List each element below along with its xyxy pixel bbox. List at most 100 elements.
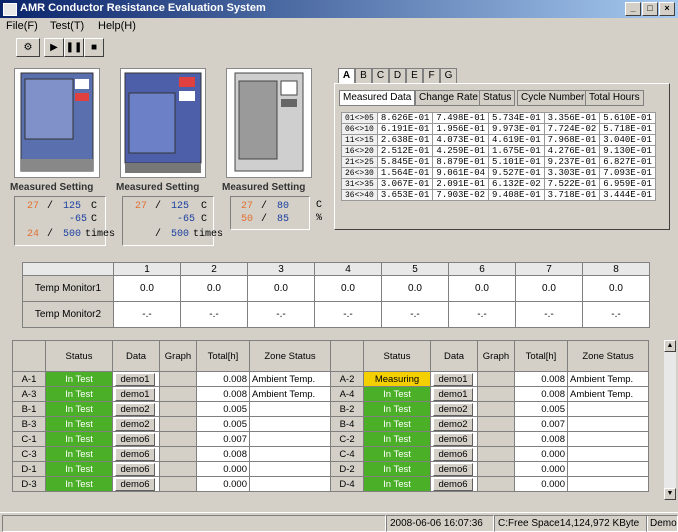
play-icon[interactable]: ▶ xyxy=(44,38,64,57)
grid-scrollbar[interactable]: ▲ ▼ xyxy=(664,340,676,500)
data-button[interactable]: demo6 xyxy=(433,432,473,446)
graph-button[interactable] xyxy=(477,416,515,432)
tab-a[interactable]: A xyxy=(338,68,355,83)
grid-col-header[interactable]: Data xyxy=(112,340,160,372)
measured-value: 7.093E-01 xyxy=(599,167,656,179)
graph-button[interactable] xyxy=(477,461,515,477)
subtab-status[interactable]: Status xyxy=(479,90,516,106)
status-free-space: C:Free Space14,124,972 KByte xyxy=(494,515,648,532)
tab-c[interactable]: C xyxy=(372,68,389,83)
data-button[interactable]: demo6 xyxy=(115,447,155,461)
graph-button[interactable] xyxy=(159,401,197,417)
data-button[interactable]: demo2 xyxy=(115,402,155,416)
graph-button[interactable] xyxy=(159,476,197,492)
grid-col-header[interactable]: Total[h] xyxy=(196,340,250,372)
zone-status xyxy=(567,461,649,477)
measured-data-row: 16<>20 2.512E-01 4.259E-01 1.675E-01 4.276E-… xyxy=(341,145,656,157)
data-button[interactable]: demo6 xyxy=(433,462,473,476)
zone-status xyxy=(567,446,649,462)
temp-monitor-value: 0.0 xyxy=(113,275,181,302)
app-icon[interactable] xyxy=(3,3,17,16)
data-button[interactable]: demo6 xyxy=(115,462,155,476)
measured-value: 7.522E-01 xyxy=(543,178,601,190)
graph-button[interactable] xyxy=(477,386,515,402)
data-button[interactable]: demo1 xyxy=(115,387,155,401)
temp-monitor-value: -.- xyxy=(381,301,449,328)
status-badge: In Test xyxy=(45,431,113,447)
graph-button[interactable] xyxy=(477,476,515,492)
data-button[interactable]: demo1 xyxy=(433,387,473,401)
graph-button[interactable] xyxy=(159,386,197,402)
maximize-button[interactable]: □ xyxy=(642,2,658,16)
total-hours: 0.008 xyxy=(196,446,250,462)
graph-button[interactable] xyxy=(159,416,197,432)
grid-col-header[interactable]: Zone Status xyxy=(567,340,649,372)
data-button[interactable]: demo1 xyxy=(115,372,155,386)
total-hours: 0.007 xyxy=(196,431,250,447)
tab-g[interactable]: G xyxy=(440,68,457,83)
data-button[interactable]: demo2 xyxy=(433,402,473,416)
graph-button[interactable] xyxy=(159,461,197,477)
grid-header-corner xyxy=(330,340,364,372)
close-button[interactable]: × xyxy=(659,2,675,16)
data-cell: demo2 xyxy=(112,401,160,417)
zone-status xyxy=(249,401,331,417)
pause-icon[interactable]: ❚❚ xyxy=(64,38,84,57)
menu-file[interactable]: File(F) xyxy=(6,20,38,32)
data-button[interactable]: demo6 xyxy=(115,432,155,446)
cell-id: B-2 xyxy=(330,401,364,417)
settings-icon[interactable]: ⚙ xyxy=(16,38,40,57)
range-label: 16<>20 xyxy=(341,145,378,157)
graph-button[interactable] xyxy=(477,371,515,387)
total-hours: 0.007 xyxy=(514,416,568,432)
data-button[interactable]: demo6 xyxy=(115,477,155,491)
graph-button[interactable] xyxy=(159,446,197,462)
subtab-change-rate[interactable]: Change Rate xyxy=(415,90,482,106)
measured-value: 6.132E-02 xyxy=(488,178,545,190)
menu-test[interactable]: Test(T) xyxy=(50,20,84,32)
measured-data-row: 26<>30 1.564E-01 9.061E-04 9.527E-01 3.303E-… xyxy=(341,167,656,179)
scroll-up-icon[interactable]: ▲ xyxy=(664,340,676,352)
status-badge: In Test xyxy=(363,446,431,462)
data-button[interactable]: demo6 xyxy=(433,477,473,491)
subtab-measured-data[interactable]: Measured Data xyxy=(339,90,416,106)
menu-help[interactable]: Help(H) xyxy=(98,20,136,32)
tab-d[interactable]: D xyxy=(389,68,406,83)
menu-bar: File(F) Test(T) Help(H) xyxy=(0,18,678,34)
grid-col-header[interactable]: Graph xyxy=(159,340,197,372)
data-cell: demo6 xyxy=(430,431,478,447)
data-button[interactable]: demo1 xyxy=(433,372,473,386)
grid-col-header[interactable]: Total[h] xyxy=(514,340,568,372)
grid-col-header[interactable]: Graph xyxy=(477,340,515,372)
chamber-1-setting-2: -65 xyxy=(69,214,88,225)
temp-monitor-value: -.- xyxy=(180,301,248,328)
status-badge: In Test xyxy=(363,476,431,492)
tab-f[interactable]: F xyxy=(423,68,440,83)
data-button[interactable]: demo2 xyxy=(433,417,473,431)
minimize-button[interactable]: _ xyxy=(625,2,641,16)
measured-data-row: 36<>40 3.653E-01 7.903E-02 9.408E-01 3.718E-… xyxy=(341,189,656,201)
graph-button[interactable] xyxy=(477,401,515,417)
grid-col-header[interactable]: Status xyxy=(363,340,431,372)
grid-col-header[interactable]: Data xyxy=(430,340,478,372)
temp-monitor-value: -.- xyxy=(113,301,181,328)
subtab-cycle-number[interactable]: Cycle Number xyxy=(517,90,589,106)
chamber-2-unit-3: times xyxy=(193,229,224,240)
data-button[interactable]: demo2 xyxy=(115,417,155,431)
grid-col-header[interactable]: Zone Status xyxy=(249,340,331,372)
grid-col-header[interactable]: Status xyxy=(45,340,113,372)
subtab-total-hours[interactable]: Total Hours xyxy=(585,90,644,106)
graph-button[interactable] xyxy=(159,431,197,447)
tab-e[interactable]: E xyxy=(406,68,423,83)
status-badge: In Test xyxy=(363,386,431,402)
graph-button[interactable] xyxy=(477,446,515,462)
grid-row: A-1 In Test demo1 0.008 Ambient Temp. A-2 Meas… xyxy=(12,371,649,387)
tab-b[interactable]: B xyxy=(355,68,372,83)
graph-button[interactable] xyxy=(159,371,197,387)
measured-value: 9.130E-01 xyxy=(599,145,656,157)
stop-icon[interactable]: ■ xyxy=(84,38,104,57)
chamber-1-unit-3: times xyxy=(85,229,116,240)
data-button[interactable]: demo6 xyxy=(433,447,473,461)
scroll-down-icon[interactable]: ▼ xyxy=(664,488,676,500)
graph-button[interactable] xyxy=(477,431,515,447)
